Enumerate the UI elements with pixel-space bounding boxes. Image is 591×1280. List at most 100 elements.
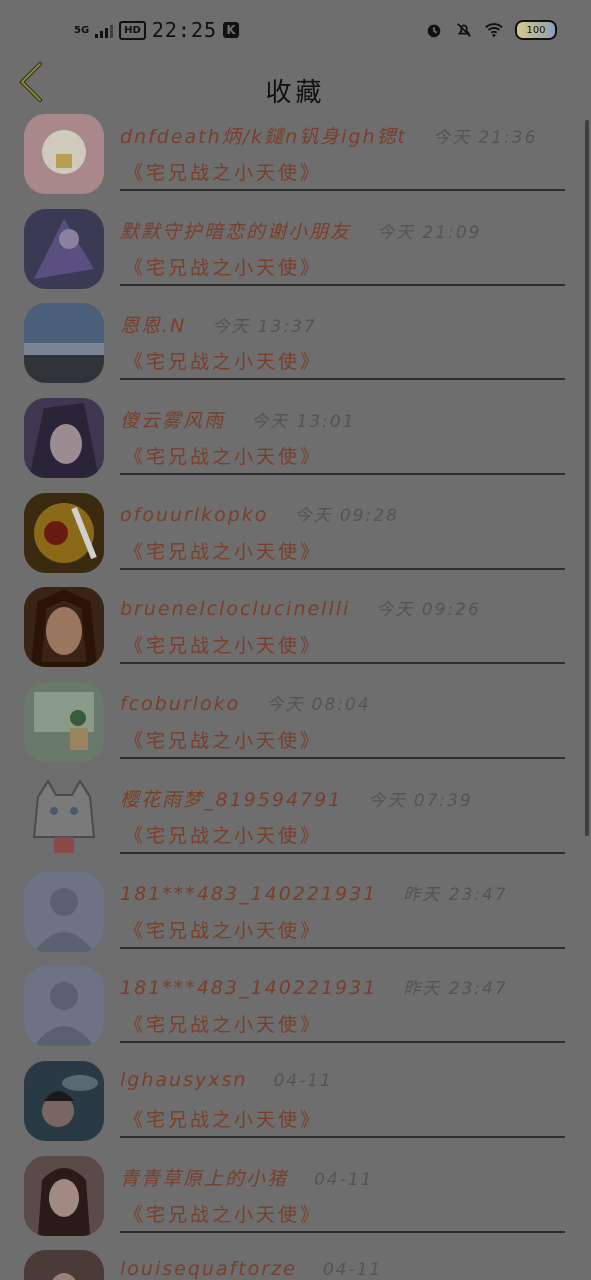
alarm-icon xyxy=(427,24,441,38)
mute-bell-icon xyxy=(457,23,471,37)
list-item[interactable]: 樱花雨梦_819594791 今天 07:39 《宅兄战之小天使》 xyxy=(0,775,591,870)
item-header: 恩恩.N 今天 13:37 xyxy=(120,311,567,337)
item-title: 《宅兄战之小天使》 xyxy=(124,351,323,374)
battery-level: 100 xyxy=(526,24,546,36)
item-time: 昨天 23:47 xyxy=(403,979,508,1000)
divider xyxy=(120,1041,565,1044)
avatar xyxy=(24,682,104,763)
page-title: 收藏 xyxy=(265,78,326,108)
user-name: 默默守护暗恋的谢小朋友 xyxy=(120,220,352,243)
user-name: lghausyxsn xyxy=(120,1068,248,1091)
item-time: 今天 09:28 xyxy=(294,505,399,526)
item-header: 樱花雨梦_819594791 今天 07:39 xyxy=(120,785,567,811)
item-title: 《宅兄战之小天使》 xyxy=(124,824,323,847)
avatar xyxy=(24,398,104,479)
list-item[interactable]: louisequaftorze 04-11 xyxy=(0,1248,591,1280)
divider xyxy=(120,1230,565,1233)
status-bar: 5G HD 22:25 K 100 xyxy=(0,0,591,60)
divider xyxy=(120,283,565,286)
user-name: 傻云雾风雨 xyxy=(120,410,226,433)
item-header: louisequaftorze 04-11 xyxy=(120,1258,567,1280)
avatar xyxy=(24,114,104,194)
item-header: lghausyxsn 04-11 xyxy=(120,1069,567,1095)
user-name: 樱花雨梦_819594791 xyxy=(120,788,343,811)
divider xyxy=(120,1135,565,1138)
signal-bars-icon xyxy=(95,22,114,38)
avatar xyxy=(24,1250,104,1280)
user-name: dnfdeath炳/k鑓n钒身igh锶t xyxy=(120,126,407,148)
item-time: 04-11 xyxy=(273,1070,333,1091)
item-time: 今天 21:36 xyxy=(433,128,538,148)
item-header: 181***483_140221931 昨天 23:47 xyxy=(120,974,567,1000)
list-item[interactable]: 青青草原上的小猪 04-11 《宅兄战之小天使》 xyxy=(0,1154,591,1249)
item-time: 今天 13:01 xyxy=(251,412,356,433)
avatar xyxy=(24,492,104,573)
divider xyxy=(120,189,565,191)
item-title: 《宅兄战之小天使》 xyxy=(124,1014,323,1037)
avatar xyxy=(24,1155,104,1236)
list-item[interactable]: dnfdeath炳/k鑓n钒身igh锶t 今天 21:36 《宅兄战之小天使》 xyxy=(0,112,591,207)
user-name: ofouurlkopko xyxy=(120,503,269,526)
item-header: bruenelcloclucinellli 今天 09:26 xyxy=(120,595,567,621)
list-item[interactable]: lghausyxsn 04-11 《宅兄战之小天使》 xyxy=(0,1059,591,1154)
item-title: 《宅兄战之小天使》 xyxy=(124,540,323,563)
list-item[interactable]: 恩恩.N 今天 13:37 《宅兄战之小天使》 xyxy=(0,301,591,396)
item-time: 04-11 xyxy=(322,1260,383,1280)
avatar xyxy=(24,208,104,289)
item-title: 《宅兄战之小天使》 xyxy=(124,1108,323,1131)
divider xyxy=(120,757,565,760)
favorites-list: dnfdeath炳/k鑓n钒身igh锶t 今天 21:36 《宅兄战之小天使》 … xyxy=(0,112,591,1280)
status-time: 22:25 xyxy=(151,18,218,42)
user-name: louisequaftorze xyxy=(120,1258,297,1280)
list-item[interactable]: ofouurlkopko 今天 09:28 《宅兄战之小天使》 xyxy=(0,491,591,586)
item-header: 181***483_140221931 昨天 23:47 xyxy=(120,880,567,906)
item-time: 今天 21:09 xyxy=(377,222,482,243)
avatar xyxy=(24,587,104,668)
list-item[interactable]: 默默守护暗恋的谢小朋友 今天 21:09 《宅兄战之小天使》 xyxy=(0,207,591,302)
user-name: fcoburloko xyxy=(120,693,241,716)
divider xyxy=(120,567,565,570)
item-title: 《宅兄战之小天使》 xyxy=(124,1203,323,1226)
divider xyxy=(120,378,565,381)
item-time: 昨天 23:47 xyxy=(403,884,508,905)
list-item[interactable]: 181***483_140221931 昨天 23:47 《宅兄战之小天使》 xyxy=(0,870,591,965)
scrollbar[interactable] xyxy=(585,120,589,836)
status-right: 100 xyxy=(425,20,557,40)
item-title: 《宅兄战之小天使》 xyxy=(124,635,323,658)
divider xyxy=(120,851,565,854)
user-name: bruenelcloclucinellli xyxy=(120,598,351,621)
user-name: 181***483_140221931 xyxy=(120,882,378,905)
divider xyxy=(120,662,565,665)
avatar xyxy=(24,966,104,1047)
list-item[interactable]: 181***483_140221931 昨天 23:47 《宅兄战之小天使》 xyxy=(0,964,591,1059)
k-badge: K xyxy=(223,22,240,38)
app-header: 收藏 xyxy=(0,60,591,112)
divider xyxy=(120,946,565,949)
hd-badge: HD xyxy=(119,20,146,40)
item-header: dnfdeath炳/k鑓n钒身igh锶t 今天 21:36 xyxy=(120,122,567,148)
item-title: 《宅兄战之小天使》 xyxy=(124,730,323,753)
item-time: 04-11 xyxy=(314,1169,374,1190)
signal-type: 5G xyxy=(74,24,90,36)
item-title: 《宅兄战之小天使》 xyxy=(124,919,323,942)
divider xyxy=(120,473,565,476)
user-name: 181***483_140221931 xyxy=(120,977,378,1000)
item-header: 青青草原上的小猪 04-11 xyxy=(120,1164,567,1190)
list-item[interactable]: fcoburloko 今天 08:04 《宅兄战之小天使》 xyxy=(0,680,591,775)
item-title: 《宅兄战之小天使》 xyxy=(124,162,323,184)
item-time: 今天 08:04 xyxy=(266,695,371,716)
avatar xyxy=(24,776,104,857)
item-header: 默默守护暗恋的谢小朋友 今天 21:09 xyxy=(120,217,567,243)
avatar xyxy=(24,1060,104,1141)
item-header: fcoburloko 今天 08:04 xyxy=(120,690,567,716)
item-time: 今天 07:39 xyxy=(368,790,473,811)
item-time: 今天 13:37 xyxy=(212,317,317,338)
item-header: 傻云雾风雨 今天 13:01 xyxy=(120,406,567,432)
list-item[interactable]: 傻云雾风雨 今天 13:01 《宅兄战之小天使》 xyxy=(0,396,591,491)
user-name: 恩恩.N xyxy=(120,315,187,338)
item-title: 《宅兄战之小天使》 xyxy=(124,446,323,469)
avatar xyxy=(24,871,104,952)
item-time: 今天 09:26 xyxy=(376,600,481,621)
list-item[interactable]: bruenelcloclucinellli 今天 09:26 《宅兄战之小天使》 xyxy=(0,585,591,680)
avatar xyxy=(24,303,104,384)
